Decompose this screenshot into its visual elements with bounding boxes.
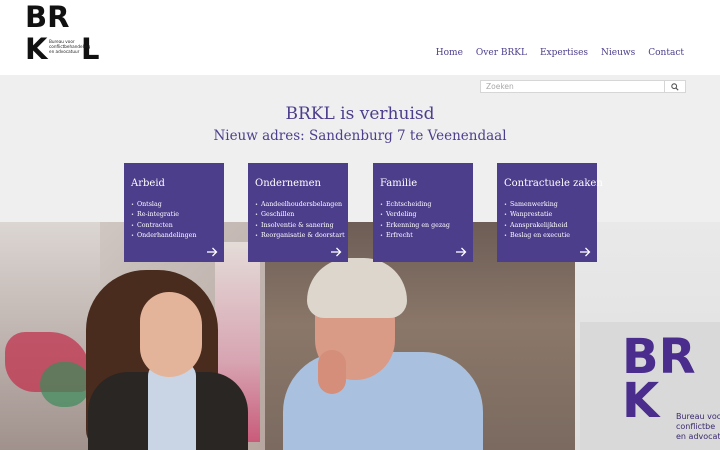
card-list-item[interactable]: Geschillen	[255, 210, 345, 220]
card-list: Samenwerking Wanprestatie Aansprakelijkh…	[504, 200, 570, 242]
page-title: BRKL is verhuisd	[285, 104, 435, 124]
card-list-item[interactable]: Contracten	[131, 221, 196, 231]
expertise-card-contractuele-zaken[interactable]: Contractuele zaken Samenwerking Wanprest…	[497, 163, 603, 262]
nav-item-expertises[interactable]: Expertises	[540, 48, 588, 58]
card-list: Echtscheiding Verdeling Erkenning en gez…	[380, 200, 450, 242]
logo-letters-br: BR	[25, 0, 70, 34]
card-title: Familie	[380, 178, 418, 189]
main-nav: Home Over BRKL Expertises Nieuws Contact	[423, 48, 684, 58]
arrow-right-icon[interactable]	[330, 246, 342, 258]
card-list-item[interactable]: Reorganisatie & doorstart	[255, 231, 345, 241]
card-list-item[interactable]: Erfrecht	[380, 231, 450, 241]
nav-item-contact[interactable]: Contact	[648, 48, 684, 58]
card-list-item[interactable]: Samenwerking	[504, 200, 570, 210]
site-header: BR K L Bureau voor conflictbehandeling e…	[0, 0, 720, 75]
nav-item-home[interactable]: Home	[436, 48, 463, 58]
card-list-item[interactable]: Re-integratie	[131, 210, 196, 220]
nav-item-over-brkl[interactable]: Over BRKL	[476, 48, 527, 58]
logo-tagline: Bureau voor conflictbehandeling en advoc…	[49, 39, 90, 54]
arrow-right-icon[interactable]	[206, 246, 218, 258]
photo-brkl-sign: BR K	[622, 333, 696, 425]
search-icon	[671, 82, 679, 91]
expertise-card-familie[interactable]: Familie Echtscheiding Verdeling Erkennin…	[373, 163, 473, 262]
photo-man-hand	[318, 350, 346, 394]
card-list-item[interactable]: Ontslag	[131, 200, 196, 210]
card-list: Ontslag Re-integratie Contracten Onderha…	[131, 200, 197, 242]
brkl-logo[interactable]: BR K L Bureau voor conflictbehandeling e…	[25, 3, 105, 65]
card-list-item[interactable]: Erkenning en gezag	[380, 221, 450, 231]
card-list-item[interactable]: Beslag en executie	[504, 231, 570, 241]
card-list-item[interactable]: Aandeelhoudersbelangen	[255, 200, 345, 210]
card-list-item[interactable]: Insolventie & sanering	[255, 221, 345, 231]
search-button[interactable]	[665, 80, 686, 93]
card-list-item[interactable]: Echtscheiding	[380, 200, 450, 210]
photo-sign-tagline: Bureau voo conflictbe en advocat	[676, 412, 720, 442]
card-title: Ondernemen	[255, 178, 321, 189]
search-input[interactable]	[480, 80, 665, 93]
photo-artwork-green	[40, 362, 90, 407]
card-title: Contractuele zaken	[504, 178, 603, 189]
card-list-item[interactable]: Onderhandelingen	[131, 231, 197, 241]
card-list-item[interactable]: Verdeling	[380, 210, 450, 220]
expertise-card-arbeid[interactable]: Arbeid Ontslag Re-integratie Contracten …	[124, 163, 224, 262]
card-title: Arbeid	[131, 178, 165, 189]
card-list: Aandeelhoudersbelangen Geschillen Insolv…	[255, 200, 345, 242]
photo-sign-tagline-line: conflictbe	[676, 422, 716, 431]
card-list-item[interactable]: Wanprestatie	[504, 210, 570, 220]
photo-woman-face	[140, 292, 202, 377]
page-subtitle: Nieuw adres: Sandenburg 7 te Veenendaal	[213, 128, 507, 144]
arrow-right-icon[interactable]	[579, 246, 591, 258]
search-bar	[480, 80, 686, 93]
logo-tagline-line: en advocatuur	[49, 49, 80, 54]
nav-item-nieuws[interactable]: Nieuws	[601, 48, 635, 58]
expertise-card-ondernemen[interactable]: Ondernemen Aandeelhoudersbelangen Geschi…	[248, 163, 348, 262]
arrow-right-icon[interactable]	[455, 246, 467, 258]
logo-letter-k: K	[25, 32, 48, 66]
card-list-item[interactable]: Aansprakelijkheid	[504, 221, 570, 231]
photo-sign-tagline-line: en advocat	[676, 432, 720, 441]
hero-photo: BR K Bureau voo conflictbe en advocat	[0, 222, 720, 450]
photo-sign-tagline-line: Bureau voo	[676, 412, 720, 421]
